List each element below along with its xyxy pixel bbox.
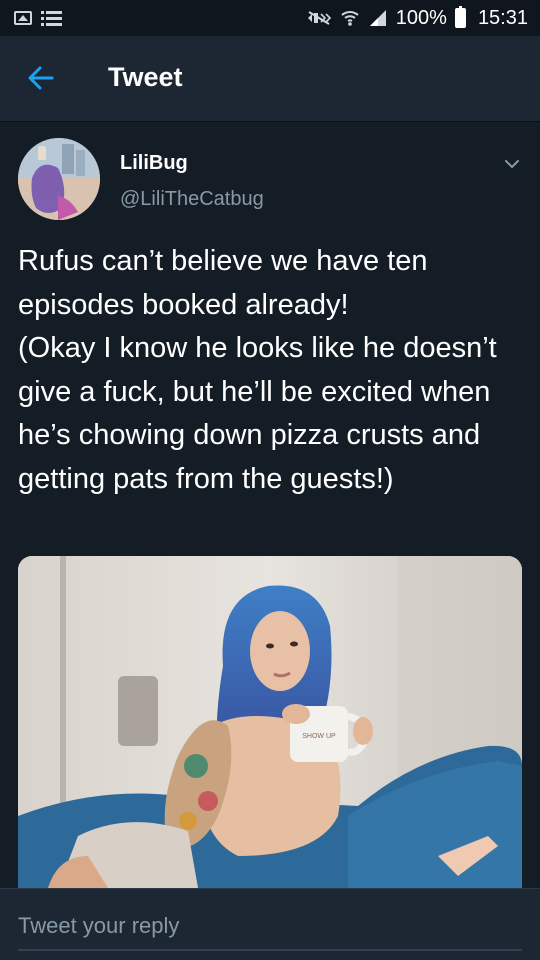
chevron-down-icon[interactable] — [502, 154, 522, 174]
author-handle[interactable]: @LiliTheCatbug — [120, 188, 264, 211]
tweet-text: Rufus can’t believe we have ten episodes… — [18, 245, 497, 495]
tweet-photo[interactable]: SHOW UP — [18, 556, 522, 888]
image-notification-icon — [14, 11, 32, 25]
battery-percentage: 100% — [395, 6, 447, 29]
battery-icon — [454, 6, 466, 28]
photo-illustration: SHOW UP — [18, 556, 522, 888]
status-time: 15:31 — [477, 6, 528, 29]
wifi-icon — [341, 11, 359, 26]
reply-bar — [0, 888, 540, 960]
avatar-image — [18, 138, 100, 220]
back-arrow-icon[interactable] — [26, 60, 56, 96]
status-notifications — [14, 10, 62, 26]
list-notification-icon — [41, 10, 62, 26]
mute-vibrate-icon — [307, 11, 331, 25]
tweet-header: LiliBug @LiliTheCatbug — [0, 122, 540, 222]
status-system: 100% 15:31 — [306, 6, 528, 30]
mug-text: SHOW UP — [302, 733, 336, 740]
top-app-bar: Tweet — [0, 36, 540, 122]
signal-icon — [369, 10, 386, 26]
status-bar: 100% 15:31 — [0, 0, 540, 36]
page-title: Tweet — [108, 62, 183, 92]
author-name[interactable]: LiliBug — [120, 152, 188, 175]
avatar[interactable] — [18, 138, 100, 220]
reply-input[interactable] — [18, 903, 522, 951]
